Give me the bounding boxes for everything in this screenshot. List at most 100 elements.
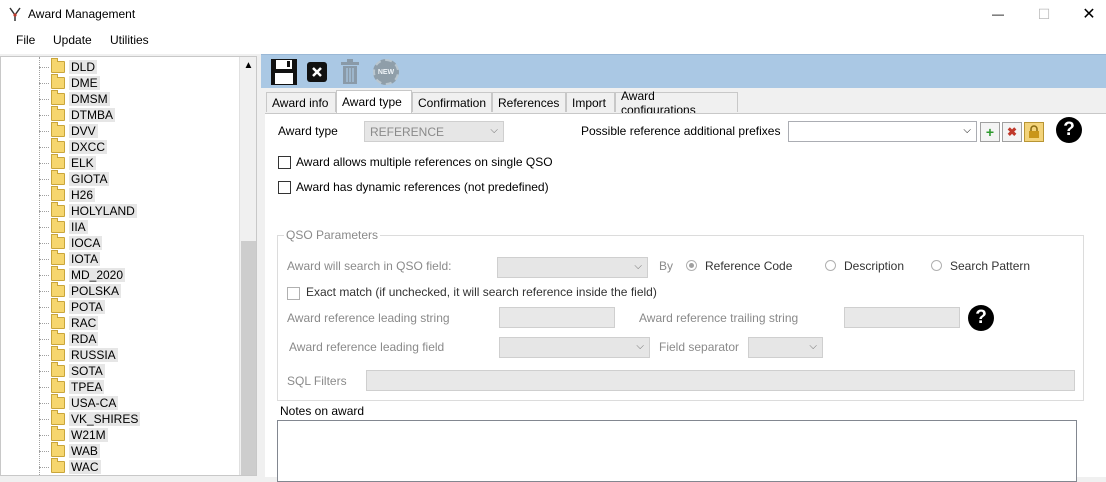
tree-item[interactable]: RUSSIA [39,346,118,363]
dynamic-refs-checkbox[interactable] [278,181,291,194]
folder-icon [51,250,65,265]
tree-item-label: ELK [69,156,96,170]
tree-connector [39,450,49,452]
trailing-string-label: Award reference trailing string [639,311,799,325]
menu-utilities[interactable]: Utilities [110,33,149,47]
tree-item[interactable]: ELK [39,154,96,171]
lock-button[interactable] [1024,122,1044,142]
menu-file[interactable]: File [16,33,35,47]
tree-connector [39,370,49,372]
search-field-select[interactable]: ⌵ [497,257,648,278]
maximize-button[interactable]: ☐ [1021,0,1067,28]
leading-string-input[interactable] [499,307,615,328]
tree-item[interactable]: RDA [39,330,99,347]
prefixes-label: Possible reference additional prefixes [581,124,781,138]
tree-connector [39,162,49,164]
tree-item[interactable]: WAB [39,442,100,459]
tree-item[interactable]: GIOTA [39,170,110,187]
award-tree[interactable]: DLD DME DMSM DTMBA DVV DXCC ELK GIOTA H26 HOLYLAN… [0,56,257,476]
folder-icon [51,74,65,89]
help-icon[interactable]: ? [1056,117,1082,143]
folder-icon [51,458,65,473]
notes-textarea[interactable] [277,420,1077,482]
folder-icon [51,154,65,169]
tree-item[interactable]: USA-CA [39,394,119,411]
tab-label: Award info [272,95,329,110]
tree-item[interactable]: H26 [39,186,96,203]
title-bar: Award Management — ☐ ✕ [0,0,1106,28]
help-glyph: ? [975,307,987,328]
tree-item[interactable]: IOTA [39,250,101,267]
close-window-button[interactable]: ✕ [1066,0,1106,28]
tree-connector [39,322,49,324]
minimize-button[interactable]: — [975,0,1021,28]
tree-item-label: SOTA [69,364,105,378]
trailing-string-input[interactable] [844,307,960,328]
exact-match-label: Exact match (if unchecked, it will searc… [306,285,657,299]
tree-scrollbar[interactable]: ▲ [239,57,256,475]
menu-update[interactable]: Update [53,33,92,47]
tree-connector [39,466,49,468]
radio-description[interactable] [825,260,836,271]
tab-label: Award type [342,95,402,109]
radio-search-pattern[interactable] [931,260,942,271]
tree-item[interactable]: POTA [39,298,105,315]
field-separator-select[interactable]: ⌵ [748,337,823,358]
chevron-down-icon: ⌵ [963,125,971,136]
tree-item[interactable]: POLSKA [39,282,122,299]
trash-can-icon [341,59,359,84]
tree-item-label: IOTA [69,252,101,266]
tree-item[interactable]: RAC [39,314,99,331]
tree-item[interactable]: WAC [39,458,101,475]
tree-item[interactable]: HOLYLAND [39,202,137,219]
tree-connector [39,178,49,180]
tree-item[interactable]: MD_2020 [39,266,126,283]
tree-item-label: DLD [69,60,98,74]
tab-references[interactable]: References [492,92,566,112]
tree-connector [39,290,49,292]
leading-field-label: Award reference leading field [289,340,445,354]
tree-item-label: VK_SHIRES [69,412,141,426]
tab-award-info[interactable]: Award info [266,92,336,112]
tree-item[interactable]: W21M [39,426,108,443]
sql-filters-input[interactable] [366,370,1075,391]
tree-item[interactable]: IIA [39,218,88,235]
scroll-thumb[interactable] [241,241,256,475]
tree-item[interactable]: DME [39,74,100,91]
folder-icon [51,362,65,377]
leading-field-select[interactable]: ⌵ [499,337,650,358]
by-label: By [659,259,674,273]
tree-item-label: POLSKA [69,284,122,298]
tab-confirmation[interactable]: Confirmation [412,92,492,112]
chevron-down-icon: ⌵ [490,125,498,136]
multi-refs-checkbox[interactable] [278,156,291,169]
award-type-select[interactable]: REFERENCE ⌵ [364,121,504,142]
tree-connector [39,274,49,276]
tree-item[interactable]: DTMBA [39,106,115,123]
new-badge-icon: NEW [373,59,399,85]
delete-button[interactable] [335,57,365,87]
exact-match-checkbox[interactable] [287,287,300,300]
tree-item[interactable]: DLD [39,58,98,75]
tree-item[interactable]: SOTA [39,362,105,379]
new-button[interactable]: NEW [371,57,401,87]
prefixes-select[interactable]: ⌵ [788,121,977,142]
menu-bar: File Update Utilities [0,28,1106,54]
tree-item[interactable]: TPEA [39,378,105,395]
add-prefix-button[interactable]: + [980,122,1000,142]
tree-item[interactable]: IOCA [39,234,103,251]
tab-award-configurations[interactable]: Award configurations [615,89,738,117]
tab-award-type[interactable]: Award type [336,90,412,113]
help-icon[interactable]: ? [968,305,994,331]
scroll-up-icon[interactable]: ▲ [240,57,256,74]
tab-import[interactable]: Import [566,92,615,112]
tree-item[interactable]: DVV [39,122,98,139]
radio-reference-code[interactable] [686,260,697,271]
remove-prefix-button[interactable]: ✖ [1002,122,1022,142]
tree-item[interactable]: DMSM [39,90,110,107]
tree-item[interactable]: VK_SHIRES [39,410,141,427]
tree-item[interactable]: DXCC [39,138,108,155]
cancel-button[interactable] [302,57,332,87]
tree-connector [39,226,49,228]
save-button[interactable] [269,57,299,87]
